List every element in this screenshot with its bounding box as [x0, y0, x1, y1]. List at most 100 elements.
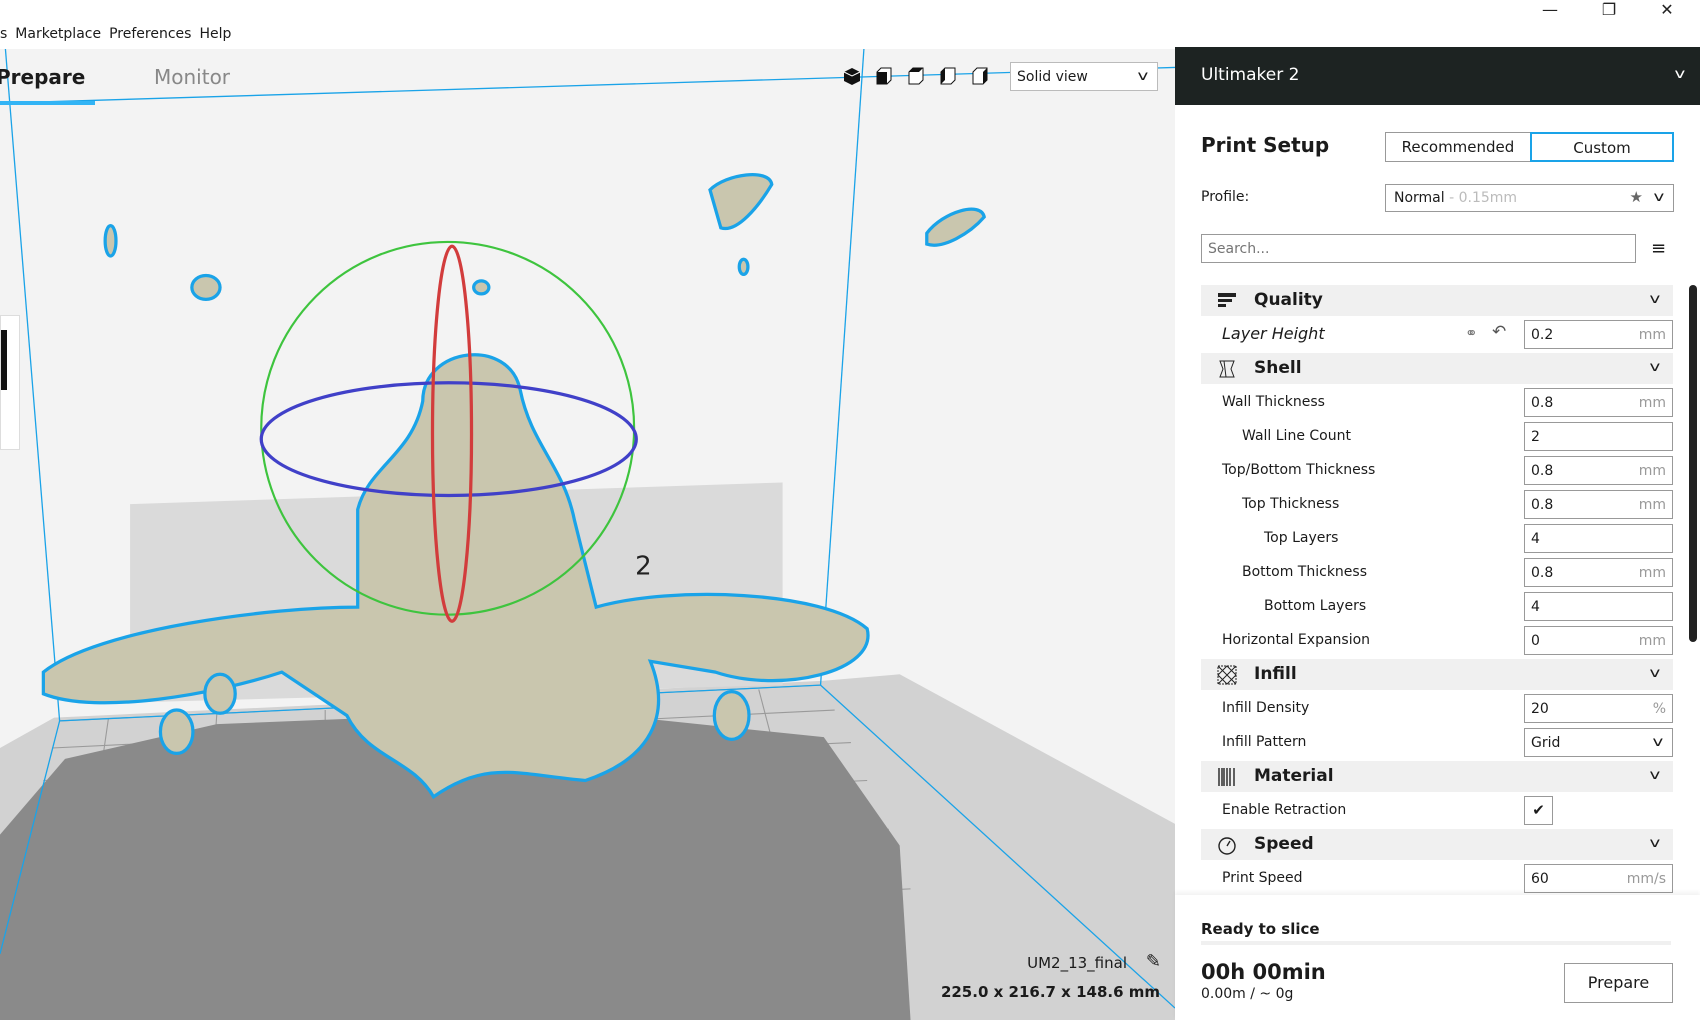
setting-label: Bottom Layers [1264, 598, 1367, 614]
settings-category-infill[interactable]: v Infill [1201, 659, 1673, 690]
setting-label: Print Speed [1222, 870, 1303, 886]
3d-viewport[interactable]: 2 Prepare Monitor Solid view v UM2_13_fin… [0, 49, 1175, 1020]
setting-unit: mm [1638, 633, 1666, 649]
setting-checkbox[interactable]: ✔ [1524, 796, 1553, 825]
infill-icon [1217, 665, 1237, 685]
material-icon [1218, 768, 1235, 786]
setting-select[interactable]: Grid v [1524, 728, 1673, 757]
minimize-button[interactable]: — [1530, 0, 1570, 19]
front-view-icon[interactable] [874, 66, 894, 86]
printer-selector[interactable]: Ultimaker 2 v [1175, 47, 1700, 105]
profile-value: Normal [1394, 190, 1445, 206]
chevron-down-icon: v [1652, 735, 1664, 750]
setting-input[interactable]: 4 [1524, 524, 1673, 553]
setting-input[interactable]: 60 mm/s [1524, 864, 1673, 893]
setting-label: Infill [1254, 664, 1297, 684]
top-view-icon[interactable] [906, 66, 926, 86]
setting-unit: mm [1638, 565, 1666, 581]
linked-setting-icon[interactable]: ⚭ [1465, 324, 1478, 342]
setting-value: 0.8 [1531, 395, 1554, 411]
setting-value: 0.2 [1531, 327, 1554, 343]
setting-label: Infill Pattern [1222, 734, 1307, 750]
setting-row-horizontal-expansion: 0 mm Horizontal Expansion [1201, 625, 1673, 656]
setting-row-infill-density: 20% Infill Density [1201, 693, 1673, 724]
shell-icon [1219, 360, 1235, 378]
scene-badge: 2 [635, 552, 652, 582]
setting-value: 4 [1531, 531, 1540, 547]
chevron-down-icon: v [1653, 190, 1665, 205]
menu-item-extensions[interactable]: s [0, 26, 7, 42]
left-toolbar [0, 315, 20, 450]
left-view-icon[interactable] [938, 66, 958, 86]
settings-visibility-menu-icon[interactable]: ≡ [1651, 238, 1666, 259]
menu-item-marketplace[interactable]: Marketplace [15, 26, 101, 42]
setting-label: Layer Height [1222, 324, 1325, 343]
view-mode-select[interactable]: Solid view v [1010, 62, 1158, 91]
setting-row-infill-pattern: Grid v Infill Pattern [1201, 727, 1673, 758]
setting-row-bottom-thickness: 0.8 mm Bottom Thickness [1201, 557, 1673, 588]
active-tab-indicator [0, 101, 95, 105]
settings-search-input[interactable] [1201, 234, 1636, 263]
printer-name: Ultimaker 2 [1201, 65, 1300, 85]
setting-input[interactable]: 0.8 mm [1524, 456, 1673, 485]
setting-row-wall-thickness: 0.8 mm Wall Thickness [1201, 387, 1673, 418]
setting-input[interactable]: 4 [1524, 592, 1673, 621]
close-button[interactable]: ✕ [1647, 0, 1687, 19]
setting-row-print-speed: 60 mm/s Print Speed [1201, 863, 1673, 894]
tab-prepare[interactable]: Prepare [0, 65, 85, 89]
setting-label: Wall Line Count [1242, 428, 1351, 444]
setting-row-top-layers: 4 Top Layers [1201, 523, 1673, 554]
setting-label: Speed [1254, 834, 1314, 854]
setting-value: 0 [1531, 633, 1540, 649]
chevron-down-icon: v [1649, 360, 1661, 375]
settings-scrollbar[interactable] [1689, 285, 1697, 642]
3d-view-icon[interactable] [842, 66, 862, 86]
prepare-slice-button[interactable]: Prepare [1564, 963, 1673, 1003]
setting-input[interactable]: 0.8 mm [1524, 490, 1673, 519]
reset-icon[interactable]: ↶ [1492, 322, 1506, 342]
quality-icon [1218, 293, 1236, 307]
favorite-star-icon[interactable]: ★ [1630, 188, 1643, 206]
settings-category-quality[interactable]: v Quality [1201, 285, 1673, 316]
setting-label: Wall Thickness [1222, 394, 1325, 410]
setting-row-top-thickness: 0.8 mm Top Thickness [1201, 489, 1673, 520]
build-plate-scene[interactable]: 2 [0, 49, 1175, 1020]
menu-item-preferences[interactable]: Preferences [109, 26, 191, 42]
setting-value: 60 [1531, 871, 1549, 887]
recommended-mode-button[interactable]: Recommended [1385, 132, 1531, 162]
setting-row-enable-retraction: ✔ Enable Retraction [1201, 795, 1673, 826]
setting-input[interactable]: 20% [1524, 694, 1673, 723]
setting-input[interactable]: 2 [1524, 422, 1673, 451]
setting-value: 2 [1531, 429, 1540, 445]
right-view-icon[interactable] [970, 66, 990, 86]
settings-category-speed[interactable]: v Speed [1201, 829, 1673, 860]
setting-row-bottom-layers: 4 Bottom Layers [1201, 591, 1673, 622]
material-estimate: 0.00m / ~ 0g [1201, 986, 1294, 1002]
setting-input[interactable]: 0 mm [1524, 626, 1673, 655]
custom-mode-button[interactable]: Custom [1530, 132, 1674, 162]
setting-input[interactable]: 0.2 mm [1524, 320, 1673, 349]
setting-unit: mm [1638, 395, 1666, 411]
setting-label: Top Layers [1264, 530, 1339, 546]
setting-label: Quality [1254, 290, 1323, 310]
profile-label: Profile: [1201, 189, 1250, 205]
profile-select[interactable]: Normal - 0.15mm ★ v [1385, 184, 1674, 212]
maximize-button[interactable]: ❐ [1589, 0, 1629, 19]
view-mode-value: Solid view [1017, 69, 1088, 85]
tab-monitor[interactable]: Monitor [154, 65, 230, 89]
setting-label: Infill Density [1222, 700, 1310, 716]
chevron-down-icon: v [1649, 666, 1661, 681]
edit-name-pencil-icon[interactable]: ✎ [1146, 951, 1161, 972]
setting-label: Material [1254, 766, 1334, 786]
setting-row-top-bottom-thickness: 0.8 mm Top/Bottom Thickness [1201, 455, 1673, 486]
setting-input[interactable]: 0.8 mm [1524, 388, 1673, 417]
setting-input[interactable]: 0.8 mm [1524, 558, 1673, 587]
settings-category-material[interactable]: v Material [1201, 761, 1673, 792]
toolbar-tool-button[interactable] [1, 330, 7, 390]
setting-value: 0.8 [1531, 497, 1554, 513]
setting-label: Shell [1254, 358, 1302, 378]
chevron-down-icon: v [1649, 292, 1661, 307]
settings-category-shell[interactable]: v Shell [1201, 353, 1673, 384]
setting-value: 4 [1531, 599, 1540, 615]
menu-item-help[interactable]: Help [199, 26, 231, 42]
